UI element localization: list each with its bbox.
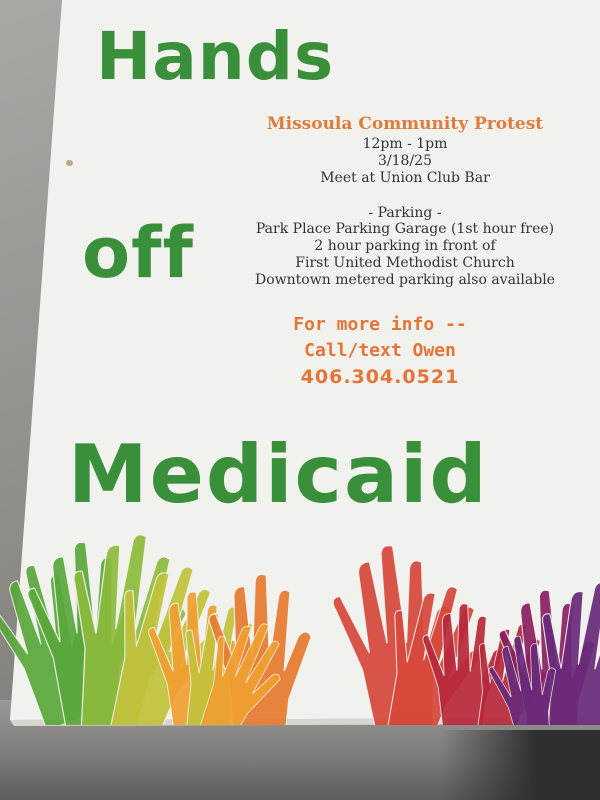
event-time: 12pm - 1pm — [362, 136, 448, 152]
parking-line: 2 hour parking in front of — [314, 238, 496, 254]
event-title: Missoula Community Protest — [266, 114, 544, 134]
parking-line: Park Place Parking Garage (1st hour free… — [255, 221, 555, 237]
hands-group — [0, 528, 600, 725]
parking-line: Downtown metered parking also available — [255, 272, 555, 288]
headline-hands: Hands — [96, 18, 335, 95]
meeting-place: Meet at Union Club Bar — [320, 170, 490, 186]
contact-line-info: For more info -- — [293, 314, 467, 335]
parking-line: First United Methodist Church — [295, 255, 515, 271]
contact-phone: 406.304.0521 — [300, 366, 460, 388]
contact-line-name: Call/text Owen — [304, 340, 456, 361]
event-date: 3/18/25 — [378, 153, 432, 169]
paper-spot — [66, 160, 73, 166]
raised-hands-illustration — [0, 528, 600, 725]
headline-off: off — [82, 212, 194, 294]
parking-heading: - Parking - — [368, 205, 442, 221]
